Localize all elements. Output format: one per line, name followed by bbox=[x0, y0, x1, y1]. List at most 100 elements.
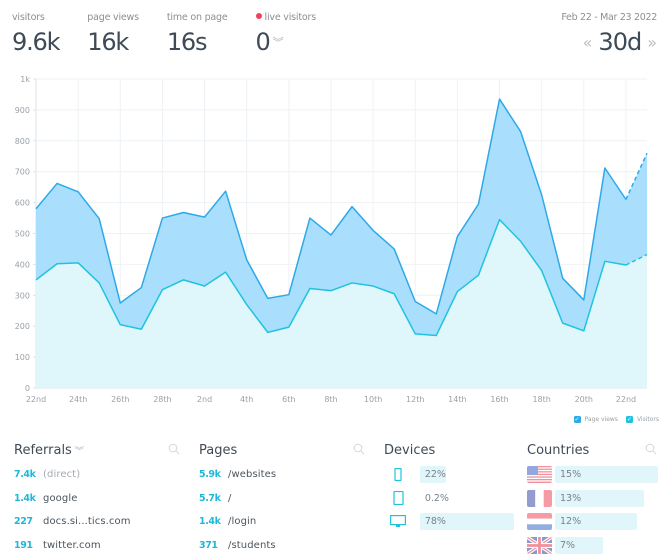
y-tick-label: 600 bbox=[15, 199, 30, 208]
country-row[interactable]: 12% bbox=[527, 510, 662, 534]
page-row[interactable]: 5.9k/websites bbox=[199, 463, 369, 487]
referral-row[interactable]: 227 docs.si...tics.com bbox=[14, 510, 184, 534]
device-bar: 22% bbox=[419, 466, 514, 484]
search-icon[interactable] bbox=[168, 443, 180, 455]
device-percent: 0.2% bbox=[424, 492, 449, 504]
x-tick-label: 4th bbox=[240, 395, 253, 404]
x-tick-label: 28th bbox=[153, 395, 171, 404]
y-tick-label: 900 bbox=[15, 106, 30, 115]
referral-count: 7.4k bbox=[14, 469, 36, 481]
device-bar: 78% bbox=[419, 513, 514, 531]
page-count: 5.9k bbox=[199, 469, 221, 481]
x-tick-label: 6th bbox=[282, 395, 295, 404]
device-row[interactable]: 22% bbox=[384, 463, 514, 487]
country-percent: 15% bbox=[560, 469, 582, 481]
next-period-icon[interactable]: » bbox=[647, 33, 657, 52]
x-tick-label: 16th bbox=[490, 395, 508, 404]
chevron-down-icon[interactable]: ︾ bbox=[75, 444, 84, 457]
country-bar: 12% bbox=[555, 513, 658, 531]
prev-period-icon[interactable]: « bbox=[583, 33, 593, 52]
stat-page-views[interactable]: page views 16k bbox=[87, 12, 139, 57]
x-tick-label: 24th bbox=[69, 395, 87, 404]
date-range: Feb 22 - Mar 23 2022 « 30d » bbox=[561, 12, 657, 56]
country-row[interactable]: 13% bbox=[527, 487, 662, 511]
chart-legend: ✓ Page views ✓ Visitors bbox=[566, 416, 659, 423]
nl-flag-icon bbox=[527, 513, 552, 531]
traffic-chart: 01002003004005006007008009001k 22nd 24th 2… bbox=[15, 75, 648, 404]
page-row[interactable]: 371/students bbox=[199, 534, 369, 558]
x-tick-label: 10th bbox=[364, 395, 382, 404]
x-tick-label: 26th bbox=[111, 395, 129, 404]
country-bar: 7% bbox=[555, 536, 658, 554]
device-row[interactable]: 78% bbox=[384, 510, 514, 534]
y-tick-label: 100 bbox=[15, 353, 30, 362]
checkbox-icon[interactable]: ✓ bbox=[625, 416, 633, 423]
us-flag-icon bbox=[527, 466, 552, 484]
search-icon[interactable] bbox=[645, 443, 657, 455]
y-tick-label: 200 bbox=[15, 322, 30, 331]
live-visitors-value: 0 bbox=[255, 28, 271, 56]
legend-page-views[interactable]: ✓ Page views bbox=[573, 416, 618, 423]
country-percent: 13% bbox=[560, 492, 582, 504]
stat-label: live visitors bbox=[255, 12, 316, 26]
y-tick-label: 1k bbox=[20, 75, 30, 84]
referral-count: 227 bbox=[14, 516, 33, 528]
devices-panel: Devices 22% 0.2% 78% bbox=[384, 441, 514, 534]
referral-count: 191 bbox=[14, 539, 33, 551]
x-tick-label: 22nd bbox=[616, 395, 636, 404]
country-percent: 12% bbox=[560, 516, 582, 528]
date-range-text: Feb 22 - Mar 23 2022 bbox=[561, 12, 657, 23]
panel-title: Pages bbox=[199, 442, 238, 458]
country-percent: 7% bbox=[560, 539, 576, 551]
desktop-icon bbox=[389, 515, 408, 528]
referrals-title: Referrals bbox=[14, 442, 72, 458]
panel-title[interactable]: Referrals ︾ bbox=[14, 441, 184, 459]
x-tick-label: 20th bbox=[575, 395, 593, 404]
fr-flag-icon bbox=[527, 489, 552, 507]
chevron-down-icon[interactable]: ︾ bbox=[273, 29, 284, 57]
stat-value: 0 ︾ bbox=[256, 28, 316, 57]
stat-value: 16k bbox=[87, 28, 129, 56]
chart-areas bbox=[36, 99, 647, 389]
search-icon[interactable] bbox=[353, 443, 365, 455]
legend-visitors[interactable]: ✓ Visitors bbox=[625, 416, 659, 423]
x-tick-label: 14th bbox=[448, 395, 466, 404]
country-row[interactable]: 15% bbox=[527, 463, 662, 487]
page-row[interactable]: 5.7k / bbox=[199, 487, 369, 511]
referral-label: docs.si...tics.com bbox=[43, 516, 131, 528]
device-percent: 78% bbox=[424, 516, 446, 528]
stat-value: 9.6k bbox=[12, 28, 60, 56]
stat-time-on-page[interactable]: time on page 16s bbox=[167, 12, 228, 57]
stat-visitors[interactable]: visitors 9.6k bbox=[12, 12, 60, 57]
stat-live-visitors[interactable]: live visitors 0 ︾ bbox=[255, 12, 316, 57]
country-bar: 15% bbox=[555, 466, 658, 484]
page-row[interactable]: 1.4k/login bbox=[199, 510, 369, 534]
country-row[interactable]: 7% bbox=[527, 534, 662, 558]
live-dot-icon bbox=[255, 13, 262, 19]
x-tick-label: 8th bbox=[324, 395, 337, 404]
period-selector[interactable]: 30d bbox=[598, 28, 642, 56]
phone-icon bbox=[389, 468, 408, 482]
x-axis: 22nd 24th 26th 28th 2nd 4th 6th 8th 10th 12th 14th… bbox=[26, 395, 636, 404]
referral-row[interactable]: 7.4k (direct) bbox=[14, 463, 184, 487]
page-count: 5.7k bbox=[199, 492, 221, 504]
checkbox-icon[interactable]: ✓ bbox=[573, 416, 581, 423]
tablet-icon bbox=[389, 491, 408, 506]
page-path: /login bbox=[228, 516, 257, 528]
device-row[interactable]: 0.2% bbox=[384, 487, 514, 511]
y-tick-label: 500 bbox=[15, 230, 30, 239]
page-path: / bbox=[228, 492, 232, 504]
stat-label: page views bbox=[87, 12, 139, 23]
country-bar: 13% bbox=[555, 489, 658, 507]
page-path: /students bbox=[228, 539, 276, 551]
referral-row[interactable]: 1.4k google bbox=[14, 487, 184, 511]
x-tick-label: 12th bbox=[406, 395, 424, 404]
referral-row[interactable]: 191 twitter.com bbox=[14, 534, 184, 558]
y-tick-label: 0 bbox=[25, 384, 30, 393]
x-tick-label: 2nd bbox=[197, 395, 212, 404]
stats-bar: visitors 9.6k page views 16k time on pag… bbox=[12, 12, 344, 57]
countries-panel: Countries 15% 13% 12% 7% bbox=[527, 441, 662, 557]
panel-title: Devices bbox=[384, 442, 436, 458]
referral-label: google bbox=[43, 492, 78, 504]
legend-label: Page views bbox=[584, 416, 618, 423]
